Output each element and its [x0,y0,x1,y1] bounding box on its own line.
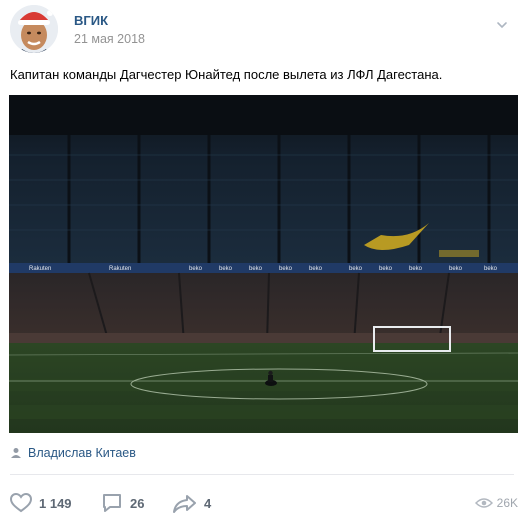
post-author-link[interactable]: ВГИК [74,13,108,28]
comment-button[interactable]: 26 [100,488,144,518]
views-counter: 26K [474,488,518,518]
photo-signature-name: Владислав Китаев [28,446,136,460]
svg-text:beko: beko [379,266,393,272]
person-icon [11,448,21,458]
post-photo[interactable]: Rakuten Rakuten beko beko beko beko beko… [9,95,518,433]
svg-text:beko: beko [449,266,463,272]
svg-text:beko: beko [409,266,423,272]
share-button[interactable]: 4 [172,488,211,518]
svg-text:beko: beko [219,266,233,272]
post-header: ВГИК 21 мая 2018 [10,5,514,55]
svg-text:beko: beko [349,266,363,272]
photo-signature[interactable]: Владислав Китаев [10,445,136,461]
divider [10,474,514,475]
heart-icon [9,492,33,513]
svg-text:Rakuten: Rakuten [29,266,51,272]
svg-text:beko: beko [249,266,263,272]
svg-text:beko: beko [484,266,498,272]
like-count: 1 149 [39,495,72,511]
chevron-down-icon[interactable] [494,17,510,33]
views-count: 26K [496,496,518,510]
like-button[interactable]: 1 149 [9,488,72,518]
share-icon [173,495,196,513]
svg-text:beko: beko [309,266,323,272]
avatar[interactable] [10,5,58,53]
post-actions: 1 149 26 4 26K [0,488,524,518]
comment-count: 26 [130,495,145,511]
eye-icon [474,498,493,508]
share-count: 4 [204,495,212,511]
svg-text:beko: beko [279,266,293,272]
post-date[interactable]: 21 мая 2018 [74,32,145,46]
svg-text:beko: beko [189,266,203,272]
svg-text:Rakuten: Rakuten [109,266,131,272]
post-text: Капитан команды Дагчестер Юнайтед после … [10,67,443,82]
comment-icon [103,494,121,512]
